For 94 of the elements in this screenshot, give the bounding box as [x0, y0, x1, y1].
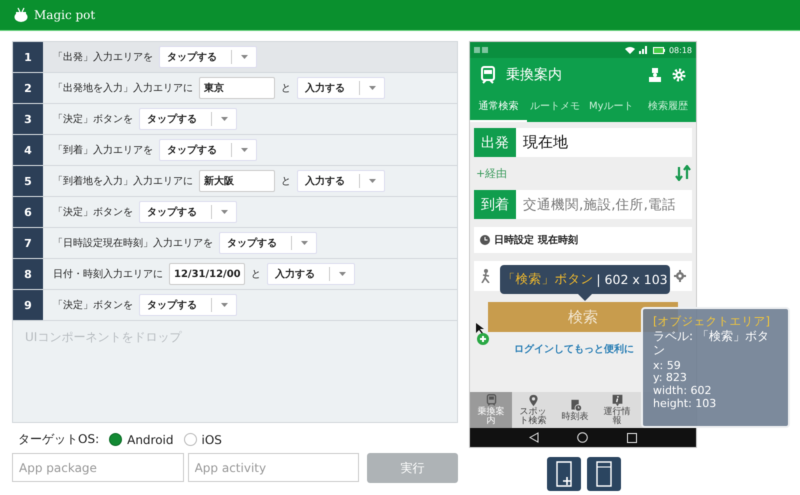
- step-text: 「決定」ボタンを: [53, 206, 133, 219]
- step-text: 「出発地を入力」入力エリアに: [53, 82, 193, 95]
- action-select[interactable]: 入力する: [267, 263, 355, 285]
- tooltip-size: | 602 x 103: [596, 272, 668, 287]
- inspector-line: height: 103: [653, 398, 718, 410]
- step-text: と: [281, 175, 291, 188]
- text-field[interactable]: App activity: [188, 453, 360, 482]
- field-placeholder: 交通機関,施設,住所,電話: [522, 196, 676, 214]
- text-field[interactable]: App package: [12, 453, 184, 482]
- home-icon[interactable]: [577, 432, 588, 443]
- step-number: 5: [13, 166, 43, 196]
- add-page-icon: [555, 461, 573, 487]
- step-text: 「出発」入力エリアを: [53, 50, 153, 64]
- wifi-icon: [624, 46, 635, 54]
- inspector-line: ラベル: 「検索」ボタン: [653, 330, 770, 358]
- departure-field[interactable]: 出発 現在地: [474, 128, 692, 157]
- step-text: と: [251, 268, 261, 281]
- caret-icon: [240, 148, 248, 152]
- datetime-label[interactable]: 日時設定: [494, 233, 534, 247]
- caret-icon: [220, 210, 228, 214]
- step-text: 「到着」入力エリアを: [53, 144, 153, 157]
- train-icon: [484, 394, 498, 407]
- caret-icon: [368, 86, 376, 90]
- step-text: 「決定」ボタンを: [53, 112, 133, 126]
- inspector-line: x: 59: [653, 360, 682, 372]
- nav-label[interactable]: 時刻表: [561, 412, 589, 422]
- step-text: 日付・時刻入力エリアに: [53, 268, 163, 281]
- step-number: 6: [13, 197, 43, 227]
- action-select[interactable]: タップする: [219, 232, 317, 254]
- nav-label[interactable]: 運行情報: [603, 408, 631, 426]
- step-text: 「日時設定現在時刻」入力エリアを: [53, 236, 213, 250]
- info-icon: [610, 394, 624, 407]
- action-select[interactable]: タップする: [139, 294, 237, 316]
- step-number: 4: [13, 135, 43, 165]
- step-number: 1: [13, 42, 43, 72]
- text-field[interactable]: 東京: [199, 77, 275, 99]
- pot-icon: [14, 7, 28, 23]
- step-text: 「到着地を入力」入力エリアに: [53, 174, 193, 188]
- device-frame-button[interactable]: [587, 457, 621, 491]
- caret-icon: [300, 241, 308, 245]
- action-select[interactable]: タップする: [159, 46, 257, 68]
- login-link[interactable]: ログインしてもっと便利に: [514, 342, 634, 356]
- inspector-line: width: 602: [653, 385, 713, 398]
- arrival-field[interactable]: 到着 交通機関,施設,住所,電話: [474, 190, 692, 219]
- caret-icon: [240, 55, 248, 59]
- os-label: ターゲットOS:: [18, 431, 100, 448]
- field-value: 現在地: [522, 132, 568, 153]
- tooltip-name: 「検索」ボタン: [502, 271, 594, 288]
- status-time: 08:18: [668, 46, 692, 54]
- os-radio[interactable]: iOS: [184, 432, 222, 446]
- app-title: Magic pot: [34, 8, 96, 22]
- step-number: 3: [13, 104, 43, 134]
- step-text: と: [281, 82, 291, 95]
- train-icon: [480, 66, 496, 84]
- clock-icon: [480, 235, 490, 245]
- action-select[interactable]: タップする: [159, 139, 257, 161]
- settings-icon[interactable]: [672, 68, 686, 82]
- action-select[interactable]: タップする: [139, 201, 237, 223]
- person-board-icon[interactable]: [648, 68, 662, 82]
- step-number: 8: [13, 259, 43, 289]
- signal-icon: [638, 46, 649, 54]
- gear-icon: [674, 270, 686, 282]
- walker-icon: [480, 269, 492, 283]
- recents-icon[interactable]: [626, 432, 637, 442]
- back-icon[interactable]: [529, 432, 540, 443]
- add-screen-button[interactable]: [547, 457, 581, 491]
- run-button: 実行: [367, 453, 458, 483]
- action-select[interactable]: 入力する: [297, 170, 385, 192]
- notification-icon: [474, 46, 490, 54]
- caret-icon: [220, 303, 228, 307]
- cursor-icon: [476, 323, 484, 334]
- app-bar-title: 乗換案内: [506, 66, 563, 84]
- swap-arrows-icon[interactable]: [675, 165, 691, 181]
- os-radio[interactable]: Android: [109, 432, 174, 446]
- text-field[interactable]: 新大阪: [199, 170, 275, 192]
- caret-icon: [368, 179, 376, 183]
- step-number: 7: [13, 228, 43, 258]
- action-select[interactable]: 入力する: [297, 77, 385, 99]
- battery-icon: [652, 46, 665, 54]
- step-text: 「決定」ボタンを: [53, 298, 133, 312]
- datetime-value[interactable]: 現在時刻: [538, 233, 578, 247]
- field-label: 到着: [474, 190, 516, 219]
- caret-icon: [220, 117, 228, 121]
- phone-frame-icon: [596, 461, 612, 487]
- action-select[interactable]: タップする: [139, 108, 237, 130]
- add-icon: [477, 333, 489, 345]
- step-number: 2: [13, 73, 43, 103]
- timetable-icon: [568, 398, 582, 412]
- inspector-line: y: 823: [653, 372, 688, 386]
- text-field[interactable]: 12/31/12/00: [169, 263, 245, 285]
- field-label: 出発: [474, 128, 516, 157]
- caret-icon: [338, 272, 346, 276]
- nav-label[interactable]: スポット検索: [519, 408, 547, 426]
- step-number: 9: [13, 290, 43, 320]
